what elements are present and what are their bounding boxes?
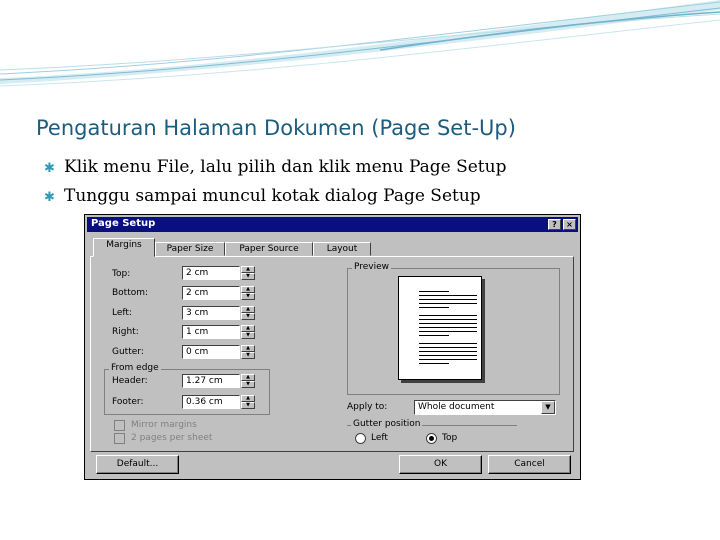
gutter-spinner[interactable]: 0 cm ▲ ▼ [182, 345, 257, 359]
gutter-top-label: Top [442, 433, 458, 443]
top-spinner[interactable]: 2 cm ▲ ▼ [182, 266, 257, 280]
spin-up-icon[interactable]: ▲ [241, 306, 255, 313]
top-input[interactable]: 2 cm [182, 266, 240, 280]
header-spinner[interactable]: 1.27 cm ▲ ▼ [182, 374, 257, 388]
tab-paper-source[interactable]: Paper Source [225, 242, 313, 256]
header-input[interactable]: 1.27 cm [182, 374, 240, 388]
gutter-label: Gutter: [112, 347, 144, 357]
dialog-title: Page Setup [91, 218, 156, 229]
apply-to-label: Apply to: [347, 402, 388, 412]
bullet-text: Klik menu File, lalu pilih dan klik menu… [64, 157, 507, 177]
gutter-position-label: Gutter position [351, 419, 423, 429]
tab-layout[interactable]: Layout [313, 242, 371, 256]
gutter-top-radio[interactable] [426, 433, 437, 444]
spin-up-icon[interactable]: ▲ [241, 266, 255, 273]
spin-up-icon[interactable]: ▲ [241, 395, 255, 402]
bullet-item: ✱ Klik menu File, lalu pilih dan klik men… [44, 157, 506, 177]
bottom-spinner[interactable]: 2 cm ▲ ▼ [182, 286, 257, 300]
spin-down-icon[interactable]: ▼ [241, 332, 255, 339]
bottom-label: Bottom: [112, 288, 149, 298]
top-label: Top: [112, 269, 131, 279]
tab-margins[interactable]: Margins [93, 238, 155, 257]
header-label: Header: [112, 376, 148, 386]
gutter-input[interactable]: 0 cm [182, 345, 240, 359]
bullet-icon: ✱ [44, 161, 55, 176]
page-setup-dialog: Page Setup ? × Margins Paper Size Paper … [84, 214, 581, 480]
right-spinner[interactable]: 1 cm ▲ ▼ [182, 325, 257, 339]
ok-button[interactable]: OK [399, 455, 482, 474]
preview-label: Preview [352, 262, 392, 272]
mirror-margins-label: Mirror margins [131, 420, 197, 430]
bottom-input[interactable]: 2 cm [182, 286, 240, 300]
bullet-text: Tunggu sampai muncul kotak dialog Page S… [64, 186, 481, 206]
spin-down-icon[interactable]: ▼ [241, 293, 255, 300]
spin-down-icon[interactable]: ▼ [241, 402, 255, 409]
header-swoosh-decoration [0, 0, 720, 87]
tab-paper-size[interactable]: Paper Size [155, 242, 225, 256]
left-label: Left: [112, 308, 132, 318]
spin-down-icon[interactable]: ▼ [241, 313, 255, 320]
gutter-left-label: Left [371, 433, 388, 443]
spin-up-icon[interactable]: ▲ [241, 345, 255, 352]
spin-down-icon[interactable]: ▼ [241, 352, 255, 359]
dialog-titlebar[interactable]: Page Setup ? × [87, 217, 578, 232]
right-input[interactable]: 1 cm [182, 325, 240, 339]
help-button[interactable]: ? [548, 219, 561, 230]
dropdown-arrow-icon[interactable]: ▼ [541, 401, 555, 414]
left-input[interactable]: 3 cm [182, 306, 240, 320]
close-button[interactable]: × [563, 219, 576, 230]
left-spinner[interactable]: 3 cm ▲ ▼ [182, 306, 257, 320]
two-pages-label: 2 pages per sheet [131, 433, 213, 443]
from-edge-label: From edge [109, 363, 161, 373]
spin-down-icon[interactable]: ▼ [241, 273, 255, 280]
gutter-left-radio[interactable] [355, 433, 366, 444]
default-button[interactable]: Default... [96, 455, 179, 474]
footer-label: Footer: [112, 397, 144, 407]
spin-up-icon[interactable]: ▲ [241, 286, 255, 293]
mirror-margins-checkbox[interactable] [114, 420, 125, 431]
spin-up-icon[interactable]: ▲ [241, 325, 255, 332]
footer-spinner[interactable]: 0.36 cm ▲ ▼ [182, 395, 257, 409]
page-preview-image [398, 276, 482, 380]
two-pages-checkbox[interactable] [114, 433, 125, 444]
bullet-item: ✱ Tunggu sampai muncul kotak dialog Page … [44, 186, 481, 206]
cancel-button[interactable]: Cancel [488, 455, 571, 474]
apply-to-value: Whole document [418, 402, 495, 412]
slide-title: Pengaturan Halaman Dokumen (Page Set-Up) [36, 116, 516, 140]
footer-input[interactable]: 0.36 cm [182, 395, 240, 409]
right-label: Right: [112, 327, 139, 337]
bullet-icon: ✱ [44, 190, 55, 205]
spin-down-icon[interactable]: ▼ [241, 381, 255, 388]
spin-up-icon[interactable]: ▲ [241, 374, 255, 381]
apply-to-select[interactable]: Whole document ▼ [414, 400, 556, 415]
